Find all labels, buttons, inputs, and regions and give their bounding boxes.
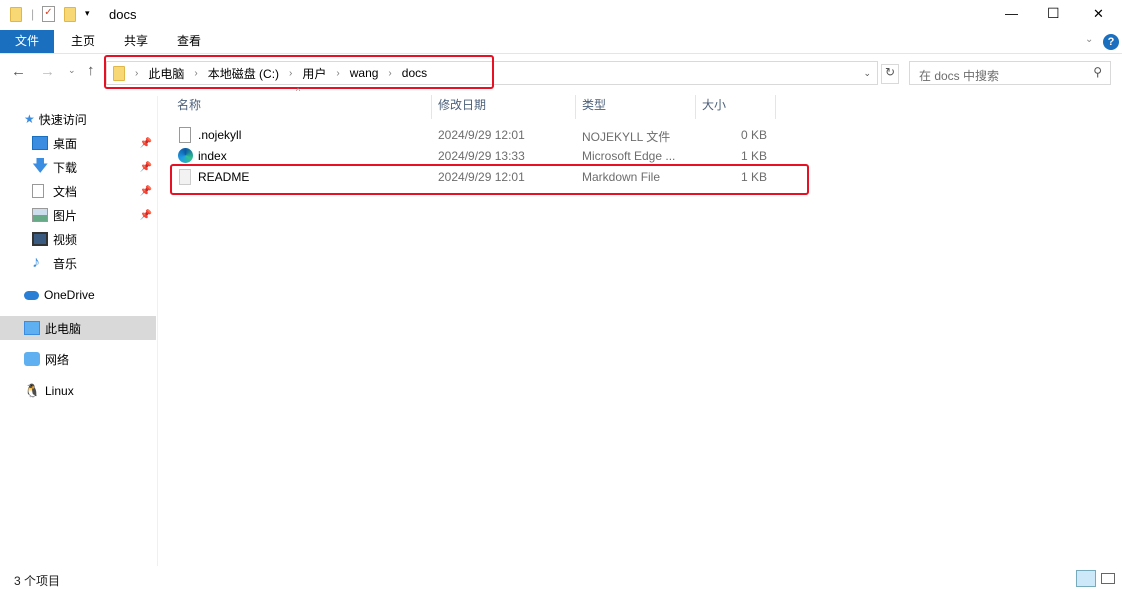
search-icon: ⚲	[1093, 65, 1102, 79]
edge-icon	[178, 148, 193, 163]
star-icon: ★	[24, 112, 35, 126]
tab-view[interactable]: 查看	[162, 30, 216, 53]
file-type: NOJEKYLL 文件	[582, 130, 671, 144]
sidebar: ★ 快速访问 桌面 📌 🡇 下载 📌 文档 📌 图片 📌 视频 ♪ 音乐 OneDrive 此…	[0, 96, 158, 566]
pictures-icon	[32, 208, 48, 222]
sidebar-item-label: 网络	[45, 352, 70, 367]
sidebar-item-label: 快速访问	[38, 112, 87, 127]
file-date: 2024/9/29 12:01	[438, 128, 525, 142]
details-view-button[interactable]	[1076, 570, 1096, 587]
desktop-icon	[32, 136, 48, 150]
recent-locations-button[interactable]: ⌄	[68, 65, 76, 76]
column-header-name[interactable]: 名称	[171, 95, 432, 119]
refresh-button[interactable]: ↻	[881, 64, 899, 84]
new-folder-icon[interactable]	[64, 7, 76, 22]
tab-home[interactable]: 主页	[56, 30, 110, 53]
sidebar-item-label: OneDrive	[44, 288, 95, 302]
sidebar-item-desktop[interactable]: 桌面 📌	[0, 132, 156, 154]
pin-icon[interactable]: 📌	[140, 138, 152, 149]
file-name: index	[198, 149, 227, 163]
sidebar-item-videos[interactable]: 视频	[0, 228, 156, 250]
file-size: 1 KB	[741, 149, 768, 163]
minimize-button[interactable]: —	[1005, 6, 1018, 21]
sidebar-item-this-pc[interactable]: 此电脑	[0, 316, 156, 340]
column-header-size[interactable]: 大小	[696, 95, 776, 119]
pin-icon[interactable]: 📌	[140, 210, 152, 221]
sidebar-item-onedrive[interactable]: OneDrive	[0, 284, 156, 306]
highlight-box	[170, 164, 809, 195]
customize-toolbar-icon[interactable]: ▾	[85, 8, 90, 19]
sidebar-item-documents[interactable]: 文档 📌	[0, 180, 156, 202]
pin-icon[interactable]: 📌	[140, 186, 152, 197]
tab-share[interactable]: 共享	[109, 30, 163, 53]
file-name: .nojekyll	[198, 128, 242, 142]
highlight-box	[104, 55, 494, 89]
forward-button[interactable]: →	[40, 63, 55, 80]
status-item-count: 3 个项目	[14, 574, 61, 588]
sidebar-item-music[interactable]: ♪ 音乐	[0, 252, 156, 274]
sidebar-item-network[interactable]: 网络	[0, 348, 156, 370]
sidebar-item-linux[interactable]: 🐧 Linux	[0, 380, 156, 402]
title-bar: | ✓ ▾ docs — ☐ ✕	[0, 0, 1122, 30]
file-row[interactable]: .nojekyll 2024/9/29 12:01 NOJEKYLL 文件 0 …	[172, 125, 802, 146]
cloud-icon	[24, 290, 39, 300]
expand-ribbon-icon[interactable]: ⌄	[1085, 34, 1093, 45]
sidebar-item-label: 音乐	[53, 256, 78, 271]
file-icon	[179, 127, 191, 143]
sidebar-item-downloads[interactable]: 🡇 下载 📌	[0, 156, 156, 178]
tab-file[interactable]: 文件	[0, 30, 55, 53]
sidebar-item-label: 桌面	[53, 136, 78, 151]
search-input[interactable]: 在 docs 中搜索 ⚲	[909, 61, 1111, 85]
sidebar-item-label: 视频	[53, 232, 78, 247]
divider: |	[31, 7, 35, 21]
music-icon: ♪	[32, 254, 40, 271]
folder-icon	[10, 7, 22, 22]
properties-icon[interactable]: ✓	[42, 6, 55, 22]
penguin-icon: 🐧	[24, 383, 41, 398]
column-header-date[interactable]: 修改日期	[432, 95, 576, 119]
sidebar-item-label: 下载	[53, 160, 78, 175]
file-type: Microsoft Edge ...	[582, 149, 676, 163]
sidebar-item-label: 文档	[53, 184, 78, 199]
window-title: docs	[109, 7, 137, 22]
ribbon: 文件 主页 共享 查看 ⌄ ?	[0, 30, 1122, 54]
network-icon	[24, 352, 40, 366]
sidebar-item-label: Linux	[45, 384, 74, 398]
back-button[interactable]: ←	[11, 63, 26, 80]
file-date: 2024/9/29 13:33	[438, 149, 525, 163]
close-button[interactable]: ✕	[1093, 6, 1104, 22]
sidebar-item-label: 图片	[53, 208, 78, 223]
address-dropdown-icon[interactable]: ⌄	[863, 68, 871, 79]
search-placeholder: 在 docs 中搜索	[919, 69, 1000, 83]
help-icon[interactable]: ?	[1103, 34, 1119, 50]
sidebar-item-pictures[interactable]: 图片 📌	[0, 204, 156, 226]
sidebar-item-quick-access[interactable]: ★ 快速访问	[0, 108, 156, 130]
column-header-type[interactable]: 类型	[576, 95, 696, 119]
large-icons-view-button[interactable]	[1101, 573, 1115, 584]
up-button[interactable]: ↑	[87, 62, 95, 79]
video-icon	[32, 232, 48, 246]
maximize-button[interactable]: ☐	[1047, 5, 1060, 22]
computer-icon	[24, 321, 40, 335]
document-icon	[32, 184, 44, 198]
pin-icon[interactable]: 📌	[140, 162, 152, 173]
sidebar-item-label: 此电脑	[45, 321, 82, 336]
download-icon: 🡇	[32, 158, 49, 175]
file-size: 0 KB	[741, 128, 768, 142]
